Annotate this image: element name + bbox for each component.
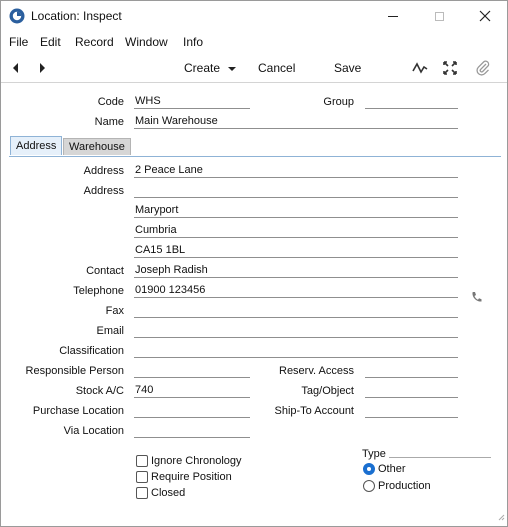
contact-field[interactable]: Joseph Radish (134, 264, 458, 278)
classification-label: Classification (59, 345, 124, 357)
tab-warehouse[interactable]: Warehouse (63, 138, 131, 155)
maximize-icon (434, 11, 444, 21)
close-button[interactable] (471, 5, 499, 27)
via-location-field[interactable] (134, 424, 250, 438)
address-line1-field[interactable]: 2 Peace Lane (134, 164, 458, 178)
ship-to-account-field[interactable] (365, 404, 458, 418)
tab-divider (9, 156, 501, 157)
resize-grip-icon[interactable] (497, 512, 505, 524)
type-group-label: Type (362, 448, 386, 460)
fax-field[interactable] (134, 304, 458, 318)
previous-record-button[interactable] (8, 60, 24, 76)
menu-record[interactable]: Record (75, 35, 114, 49)
closed-label: Closed (151, 487, 186, 499)
via-location-label: Via Location (63, 425, 124, 437)
reserv-access-field[interactable] (365, 364, 458, 378)
closed-checkbox[interactable] (136, 487, 148, 499)
address-line3-field[interactable]: Maryport (134, 204, 458, 218)
purchase-location-field[interactable] (134, 404, 250, 418)
next-record-button[interactable] (34, 60, 50, 76)
email-field[interactable] (134, 324, 458, 338)
contact-label: Contact (86, 265, 124, 277)
address-line2-field[interactable] (134, 184, 458, 198)
phone-icon[interactable] (471, 291, 482, 306)
classification-field[interactable] (134, 344, 458, 358)
type-production-radio[interactable] (363, 480, 375, 492)
caret-down-icon (228, 66, 237, 71)
ignore-chronology-label: Ignore Chronology (151, 455, 242, 467)
tag-object-field[interactable] (365, 384, 458, 398)
toolbar: Create Cancel Save (1, 53, 507, 83)
cancel-button[interactable]: Cancel (258, 61, 295, 75)
address-line5-field[interactable]: CA15 1BL (134, 244, 458, 258)
type-production-label: Production (378, 480, 431, 492)
menu-file[interactable]: File (9, 35, 28, 49)
activity-button[interactable] (412, 60, 428, 76)
responsible-person-label: Responsible Person (25, 365, 124, 377)
expand-icon (443, 61, 457, 75)
menu-info[interactable]: Info (183, 35, 203, 49)
code-field[interactable]: WHS (134, 95, 250, 109)
expand-button[interactable] (442, 60, 458, 76)
name-label: Name (94, 116, 124, 128)
name-field[interactable]: Main Warehouse (134, 115, 458, 129)
reserv-access-label: Reserv. Access (279, 365, 354, 377)
save-button[interactable]: Save (334, 61, 361, 75)
require-position-label: Require Position (151, 471, 232, 483)
create-label: Create (184, 61, 221, 75)
fax-label: Fax (105, 305, 124, 317)
title-bar: Location: Inspect (1, 1, 507, 32)
email-label: Email (96, 325, 124, 337)
address-label: Address (83, 165, 124, 177)
chevron-left-icon (13, 63, 18, 73)
type-other-label: Other (378, 463, 406, 475)
attachment-button[interactable] (475, 60, 491, 76)
menu-edit[interactable]: Edit (40, 35, 61, 49)
menu-window[interactable]: Window (125, 35, 168, 49)
stock-ac-label: Stock A/C (75, 385, 124, 397)
menu-bar: File Edit Record Window Info (1, 33, 507, 51)
telephone-label: Telephone (73, 285, 124, 297)
group-field[interactable] (365, 95, 458, 109)
window: Location: Inspect File Edit Record Windo… (0, 0, 508, 527)
code-label: Code (97, 96, 124, 108)
responsible-person-field[interactable] (134, 364, 250, 378)
type-group-divider (389, 457, 491, 458)
minimize-button[interactable] (379, 5, 407, 27)
activity-icon (412, 62, 428, 74)
maximize-button[interactable] (425, 5, 453, 27)
window-title: Location: Inspect (31, 9, 122, 23)
create-button[interactable]: Create (184, 61, 237, 75)
close-icon (479, 10, 491, 22)
address-line4-field[interactable]: Cumbria (134, 224, 458, 238)
paperclip-icon (476, 60, 490, 76)
stock-ac-field[interactable]: 740 (134, 384, 250, 398)
type-other-radio[interactable] (363, 463, 375, 475)
purchase-location-label: Purchase Location (32, 405, 124, 417)
ignore-chronology-checkbox[interactable] (136, 455, 148, 467)
ship-to-account-label: Ship-To Account (274, 405, 355, 417)
tag-object-label: Tag/Object (301, 385, 354, 397)
tab-address[interactable]: Address (10, 136, 63, 155)
group-label: Group (323, 96, 354, 108)
chevron-right-icon (40, 63, 45, 73)
telephone-field[interactable]: 01900 123456 (134, 284, 458, 298)
address2-label: Address (83, 185, 124, 197)
require-position-checkbox[interactable] (136, 471, 148, 483)
app-logo-icon (9, 8, 25, 24)
minimize-icon (388, 15, 398, 17)
